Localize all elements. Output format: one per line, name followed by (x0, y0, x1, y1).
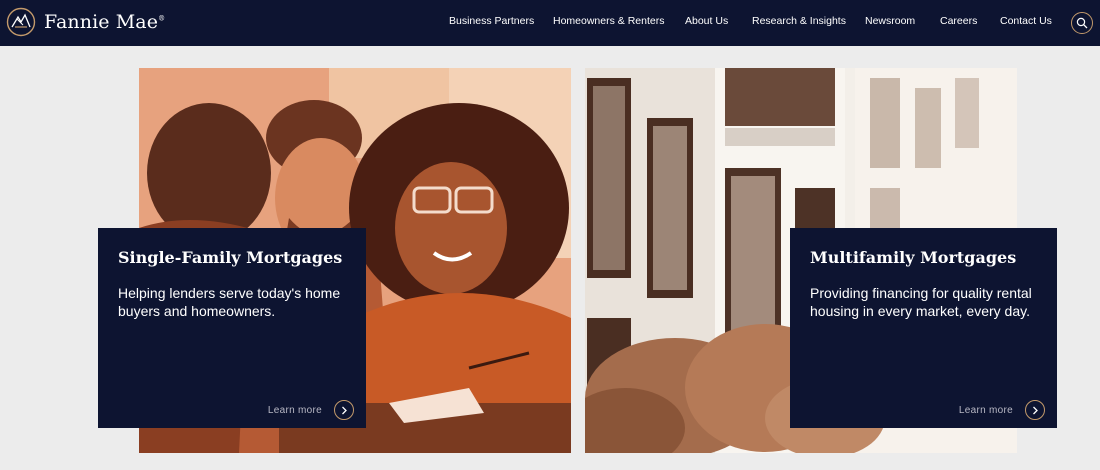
multifamily-card[interactable]: Multifamily Mortgages Providing financin… (790, 228, 1057, 428)
learn-more-link[interactable]: Learn more (959, 400, 1045, 420)
nav-homeowners-renters[interactable]: Homeowners & Renters (553, 15, 664, 27)
nav-about-us[interactable]: About Us (685, 15, 728, 27)
top-navigation-bar: Fannie Mae® Business Partners Homeowners… (0, 0, 1100, 46)
search-button[interactable] (1071, 12, 1093, 34)
learn-more-label: Learn more (958, 404, 1013, 416)
main-nav: Business Partners Homeowners & Renters A… (0, 15, 1100, 31)
nav-careers[interactable]: Careers (940, 15, 977, 27)
card-title: Single-Family Mortgages (118, 248, 343, 267)
card-description: Providing financing for quality rental h… (810, 285, 1032, 319)
single-family-card[interactable]: Single-Family Mortgages Helping lenders … (98, 228, 366, 428)
chevron-right-icon (334, 400, 354, 420)
learn-more-link[interactable]: Learn more (268, 400, 354, 420)
nav-business-partners[interactable]: Business Partners (449, 15, 534, 27)
chevron-right-icon (1025, 400, 1045, 420)
nav-newsroom[interactable]: Newsroom (865, 15, 915, 27)
nav-contact-us[interactable]: Contact Us (1000, 15, 1052, 27)
card-description: Helping lenders serve today's home buyer… (118, 285, 341, 319)
card-title: Multifamily Mortgages (810, 248, 1017, 267)
nav-research-insights[interactable]: Research & Insights (752, 15, 846, 27)
search-icon (1076, 17, 1088, 29)
learn-more-label: Learn more (267, 404, 322, 416)
